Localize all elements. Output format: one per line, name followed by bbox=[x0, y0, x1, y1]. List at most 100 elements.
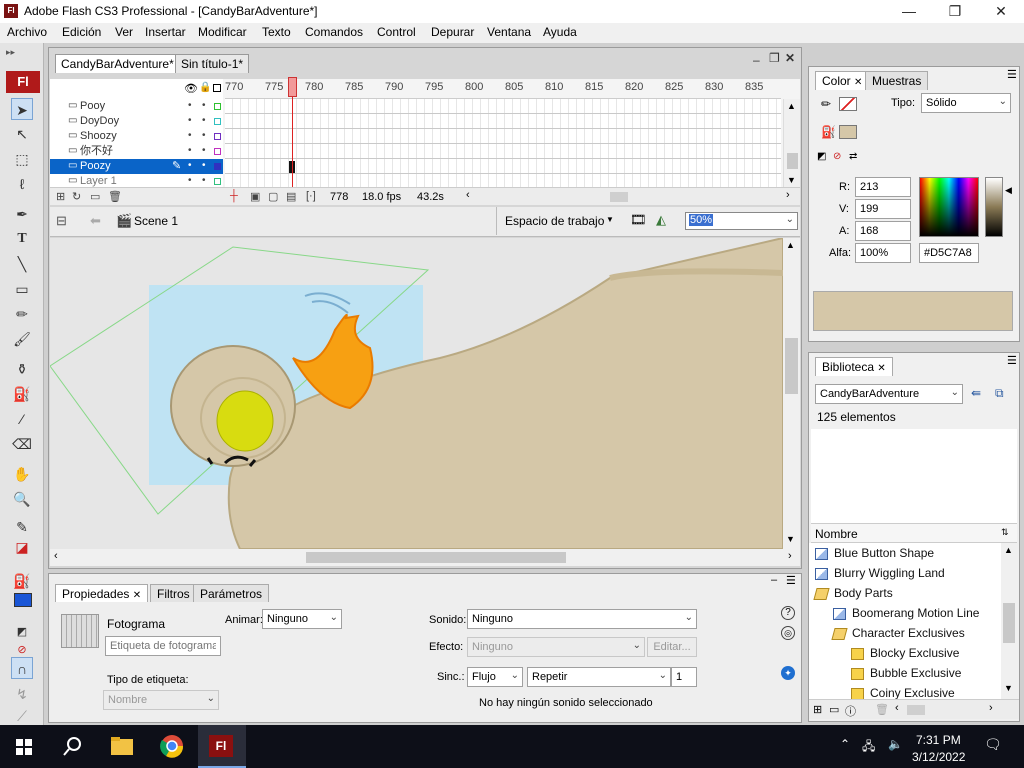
text-tool-icon[interactable]: T bbox=[11, 228, 33, 250]
edit-button[interactable]: Editar... bbox=[647, 637, 697, 657]
new-symbol-icon[interactable]: ⊞ bbox=[813, 703, 822, 716]
scroll-up-icon[interactable]: ▲ bbox=[1004, 545, 1013, 555]
frame-row[interactable] bbox=[225, 144, 781, 159]
panel-menu-icon[interactable]: ☰ bbox=[786, 574, 796, 587]
edit-scene-icon[interactable]: 🎞 bbox=[630, 212, 647, 228]
center-frame-icon[interactable]: ┼ bbox=[230, 190, 238, 202]
show-hide-all-icon[interactable]: 👁 bbox=[184, 82, 198, 95]
frame-ruler[interactable]: 770 775 780 785 790 795 800 805 810 815 … bbox=[225, 79, 781, 99]
delete-icon[interactable]: 🗑 bbox=[875, 703, 889, 716]
sort-icon[interactable]: ⇅ bbox=[1001, 527, 1009, 538]
paint-bucket-tool-icon[interactable]: ⛽ bbox=[11, 383, 33, 405]
menu-ver[interactable]: Ver bbox=[115, 25, 133, 39]
eyedropper-tool-icon[interactable]: ⁄ bbox=[11, 408, 33, 430]
tab-parametros[interactable]: Parámetros bbox=[193, 584, 270, 602]
scroll-right-icon[interactable]: › bbox=[788, 550, 792, 562]
library-item[interactable]: Coiny Exclusive bbox=[811, 683, 955, 699]
playhead-handle[interactable] bbox=[288, 77, 297, 97]
scroll-up-icon[interactable]: ▲ bbox=[787, 101, 796, 111]
smooth-icon[interactable]: ↯ bbox=[11, 683, 33, 705]
timeline-vscroll[interactable]: ▲ ▼ bbox=[783, 99, 800, 187]
scroll-thumb[interactable] bbox=[1003, 603, 1015, 643]
subselection-tool-icon[interactable]: ↖ bbox=[11, 123, 33, 145]
scroll-down-icon[interactable]: ▼ bbox=[787, 175, 796, 185]
search-button[interactable] bbox=[48, 725, 96, 768]
scroll-right-icon[interactable]: › bbox=[786, 189, 790, 201]
brush-tool-icon[interactable]: 🖌 bbox=[11, 328, 33, 350]
frames-grid[interactable] bbox=[225, 99, 781, 189]
library-vscroll[interactable]: ▲ ▼ bbox=[1001, 543, 1017, 699]
panel-menu-icon[interactable]: ☰ bbox=[1007, 354, 1017, 367]
scroll-left-icon[interactable]: ‹ bbox=[54, 550, 58, 562]
slider-arrow-icon[interactable]: ◀ bbox=[1005, 185, 1012, 196]
back-arrow-icon[interactable]: ⬅ bbox=[90, 213, 101, 229]
workspace-menu[interactable]: Espacio de trabajo bbox=[505, 214, 604, 228]
stage-canvas[interactable] bbox=[50, 238, 783, 549]
ink-bottle-tool-icon[interactable]: ⚱ bbox=[11, 358, 33, 380]
lasso-tool-icon[interactable]: ℓ bbox=[11, 173, 33, 195]
lock-all-icon[interactable]: 🔒 bbox=[199, 82, 211, 93]
chevron-down-icon[interactable]: ⌄ bbox=[786, 214, 794, 225]
minimize-button[interactable]: — bbox=[886, 0, 932, 23]
modify-onion-icon[interactable]: [·] bbox=[306, 190, 316, 202]
menu-comandos[interactable]: Comandos bbox=[305, 25, 363, 39]
label-type-select[interactable]: Nombre ⌄ bbox=[103, 690, 219, 710]
alpha-input[interactable]: 100% bbox=[855, 243, 911, 263]
delete-layer-icon[interactable]: 🗑 bbox=[108, 190, 122, 203]
zoom-value[interactable]: 50% bbox=[689, 214, 714, 226]
color-spectrum-picker[interactable] bbox=[919, 177, 979, 237]
zoom-select[interactable]: 50% ⌄ bbox=[685, 212, 798, 230]
panel-minimize-icon[interactable]: – bbox=[771, 574, 777, 586]
library-item[interactable]: Blue Button Shape bbox=[811, 543, 934, 563]
stroke-pencil-icon[interactable]: ✏ bbox=[821, 97, 831, 111]
pen-tool-icon[interactable]: ✒ bbox=[11, 203, 33, 225]
clock-time[interactable]: 7:31 PM bbox=[916, 733, 961, 747]
repeat-count-input[interactable]: 1 bbox=[671, 667, 697, 687]
menu-depurar[interactable]: Depurar bbox=[431, 25, 474, 39]
panel-close-icon[interactable]: ✕ bbox=[785, 51, 795, 65]
red-input[interactable]: 213 bbox=[855, 177, 911, 197]
selection-tool-icon[interactable]: ➤ bbox=[11, 98, 33, 120]
fill-color-swatch[interactable] bbox=[14, 593, 32, 607]
fill-bucket-icon[interactable]: ⛽ bbox=[821, 125, 836, 139]
add-layer-icon[interactable]: ⊞ bbox=[56, 190, 65, 203]
library-document-select[interactable]: CandyBarAdventure ⌄ bbox=[815, 384, 963, 404]
sync-select[interactable]: Flujo ⌄ bbox=[467, 667, 523, 687]
blue-input[interactable]: 168 bbox=[855, 221, 911, 241]
rectangle-tool-icon[interactable]: ▭ bbox=[11, 278, 33, 300]
file-explorer-button[interactable] bbox=[98, 725, 146, 768]
layer-row[interactable]: Shoozy bbox=[50, 129, 223, 144]
chrome-button[interactable] bbox=[148, 725, 196, 768]
green-input[interactable]: 199 bbox=[855, 199, 911, 219]
accessibility-icon[interactable]: ✦ bbox=[781, 666, 795, 680]
layer-row[interactable]: 你不好 bbox=[50, 144, 223, 159]
library-item[interactable]: Body Parts bbox=[811, 583, 893, 603]
flash-taskbar-button[interactable]: Fl bbox=[198, 725, 246, 768]
settings-icon[interactable]: ◎ bbox=[781, 626, 795, 640]
stage-hscroll[interactable]: ‹ › bbox=[50, 549, 800, 566]
scroll-down-icon[interactable]: ▼ bbox=[786, 534, 795, 544]
clock-date[interactable]: 3/12/2022 bbox=[912, 750, 965, 764]
edit-multiple-icon[interactable]: ▤ bbox=[286, 190, 296, 203]
stroke-color-swatch[interactable]: ◪ bbox=[11, 536, 33, 558]
sound-select[interactable]: Ninguno ⌄ bbox=[467, 609, 697, 629]
library-hscroll-thumb[interactable] bbox=[907, 705, 925, 715]
edit-symbols-icon[interactable]: ◭ bbox=[656, 212, 666, 228]
straighten-icon[interactable]: ⟋ bbox=[11, 705, 33, 727]
close-icon[interactable]: ✕ bbox=[133, 590, 141, 601]
close-button[interactable]: ✕ bbox=[978, 0, 1024, 23]
tab-muestras[interactable]: Muestras bbox=[865, 71, 929, 90]
layer-row-selected[interactable]: Poozy ✎ bbox=[50, 159, 223, 174]
menu-ventana[interactable]: Ventana bbox=[487, 25, 531, 39]
animate-select[interactable]: Ninguno ⌄ bbox=[262, 609, 342, 629]
scroll-up-icon[interactable]: ▲ bbox=[786, 240, 795, 250]
onion-skin-icon[interactable]: ▣ bbox=[250, 190, 260, 203]
menu-archivo[interactable]: Archivo bbox=[7, 25, 47, 39]
menu-insertar[interactable]: Insertar bbox=[145, 25, 186, 39]
pin-library-icon[interactable]: ⇚ bbox=[971, 386, 981, 400]
add-guide-icon[interactable]: ↻ bbox=[72, 190, 81, 203]
tab-color[interactable]: Color ✕ bbox=[815, 71, 870, 90]
stage-vscroll[interactable]: ▲ ▼ bbox=[783, 238, 800, 549]
tab-propiedades[interactable]: Propiedades ✕ bbox=[55, 584, 149, 602]
new-folder-icon[interactable]: ▭ bbox=[829, 703, 839, 716]
